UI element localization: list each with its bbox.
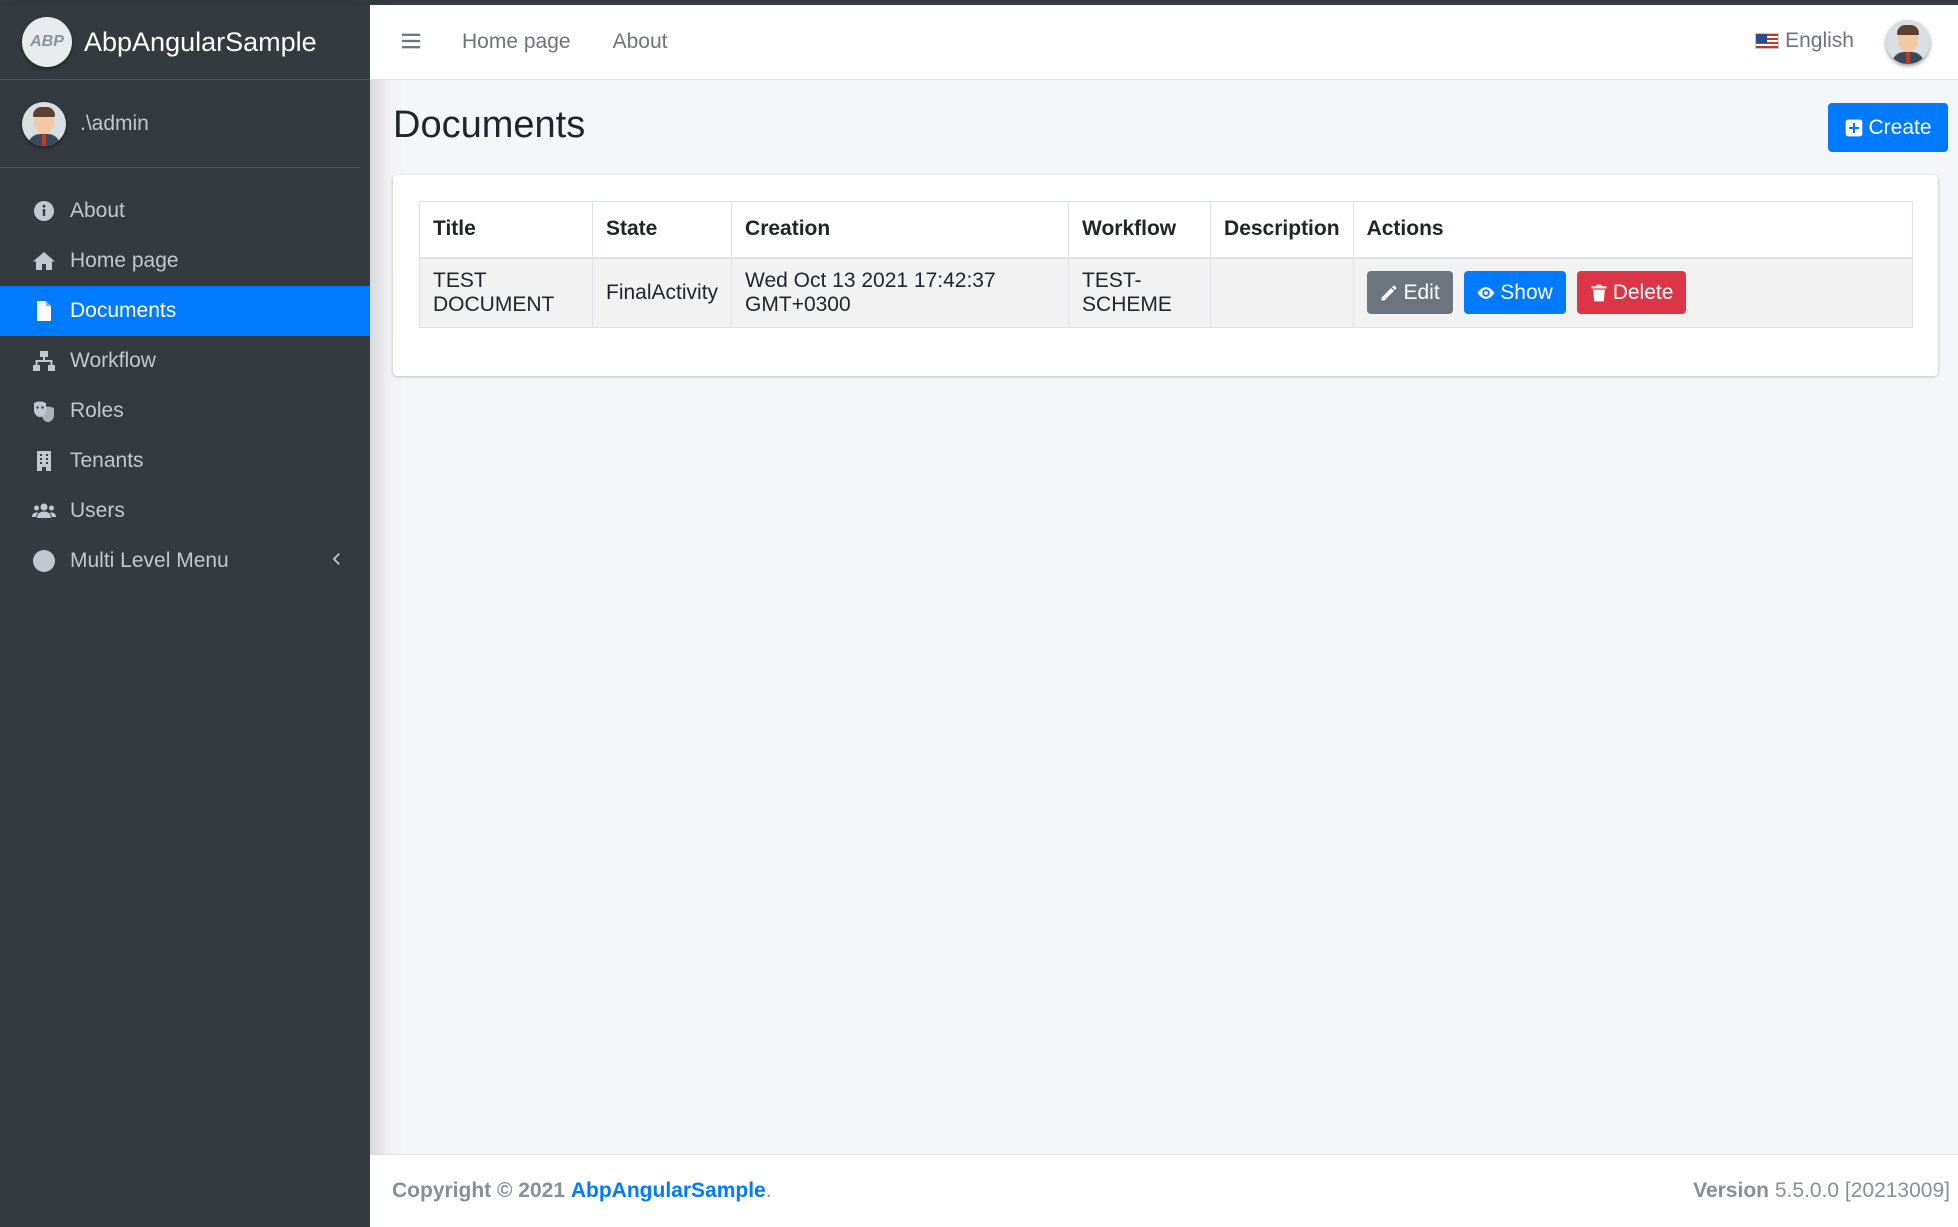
delete-button-label: Delete (1612, 280, 1674, 304)
eye-icon (1477, 286, 1495, 299)
version-value: 5.5.0.0 [20213009] (1774, 1179, 1950, 1202)
version-info: Version 5.5.0.0 [20213009] (1693, 1179, 1950, 1203)
delete-button[interactable]: Delete (1576, 271, 1686, 315)
sidebar-item-users[interactable]: Users (0, 486, 370, 536)
sidebar-item-multi-level-menu[interactable]: Multi Level Menu (0, 536, 370, 586)
sidebar-item-documents[interactable]: Documents (0, 286, 370, 336)
sidebar-item-home-page[interactable]: Home page (0, 236, 370, 286)
abp-logo-icon: ABP (22, 17, 72, 67)
circle-icon (30, 547, 58, 575)
brand-link[interactable]: ABP AbpAngularSample (0, 5, 370, 80)
copyright: Copyright © 2021 AbpAngularSample. (392, 1179, 772, 1203)
user-name: .\admin (80, 111, 149, 135)
version-label: Version (1693, 1179, 1769, 1202)
cell-state: FinalActivity (591, 257, 733, 328)
edit-button[interactable]: Edit (1366, 271, 1453, 315)
user-avatar (22, 101, 66, 146)
create-button[interactable]: Create (1828, 103, 1948, 152)
main-content: Documents Create Title State Creation Wo… (370, 80, 1958, 1154)
column-header-title: Title (419, 201, 593, 259)
documents-card: Title State Creation Workflow Descriptio… (393, 175, 1938, 376)
building-icon (30, 447, 58, 475)
sidebar-item-label: Workflow (70, 349, 156, 372)
column-header-description: Description (1210, 201, 1354, 259)
language-label: English (1785, 29, 1854, 52)
sidebar-item-label: Roles (70, 399, 124, 422)
sidebar-item-label: Users (70, 499, 125, 522)
column-header-creation: Creation (731, 201, 1070, 259)
sidebar-item-label: About (70, 199, 125, 222)
top-link-about[interactable]: About (613, 30, 668, 54)
sidebar-item-label: Documents (70, 299, 177, 322)
page-title: Documents (393, 104, 586, 146)
top-navbar: Home page About English (370, 5, 1958, 80)
users-icon (30, 497, 58, 525)
sidebar-item-tenants[interactable]: Tenants (0, 436, 370, 486)
create-button-label: Create (1868, 115, 1932, 139)
copyright-suffix: . (765, 1179, 772, 1202)
sidebar-nav: About Home page Documents Workflow Roles (0, 186, 370, 586)
sidebar-item-label: Tenants (70, 449, 144, 472)
language-selector[interactable]: English (1755, 29, 1854, 53)
profile-avatar[interactable] (1886, 20, 1930, 64)
user-panel[interactable]: .\admin (0, 80, 360, 168)
show-button-label: Show (1500, 280, 1553, 304)
edit-button-label: Edit (1403, 280, 1440, 304)
sidebar-item-workflow[interactable]: Workflow (0, 336, 370, 386)
sidebar-item-label: Multi Level Menu (70, 549, 229, 572)
us-flag-icon (1755, 33, 1780, 49)
trash-icon (1591, 284, 1607, 302)
cell-workflow: TEST-SCHEME (1068, 257, 1212, 328)
column-header-state: State (591, 201, 733, 259)
column-header-workflow: Workflow (1068, 201, 1212, 259)
cell-title: TEST DOCUMENT (419, 257, 593, 328)
show-button[interactable]: Show (1463, 271, 1566, 315)
cell-creation: Wed Oct 13 2021 17:42:37 GMT+0300 (731, 257, 1070, 328)
table-row: TEST DOCUMENT FinalActivity Wed Oct 13 2… (419, 257, 1914, 328)
footer-app-link[interactable]: AbpAngularSample (571, 1179, 766, 1202)
sidebar-item-about[interactable]: About (0, 186, 370, 236)
column-header-actions: Actions (1352, 201, 1914, 259)
theater-masks-icon (30, 397, 58, 425)
sidebar-item-label: Home page (70, 249, 179, 272)
cell-description (1210, 257, 1354, 328)
sidebar-item-roles[interactable]: Roles (0, 386, 370, 436)
info-circle-icon (30, 197, 58, 225)
pencil-icon (1381, 285, 1397, 301)
brand-title: AbpAngularSample (84, 26, 317, 57)
top-link-home-page[interactable]: Home page (462, 30, 571, 54)
sidebar: ABP AbpAngularSample .\admin About Home … (0, 5, 370, 1227)
copyright-text: Copyright © 2021 (392, 1179, 566, 1202)
home-icon (30, 247, 58, 275)
chevron-left-icon[interactable] (326, 549, 350, 573)
documents-table: Title State Creation Workflow Descriptio… (419, 201, 1914, 328)
footer: Copyright © 2021 AbpAngularSample. Versi… (370, 1154, 1958, 1227)
plus-square-icon (1846, 119, 1863, 136)
sitemap-icon (30, 347, 58, 375)
menu-toggle-icon[interactable] (400, 30, 424, 54)
table-header-row: Title State Creation Workflow Descriptio… (419, 201, 1914, 259)
file-icon (30, 297, 58, 325)
cell-actions: Edit Show Delete (1352, 257, 1914, 328)
